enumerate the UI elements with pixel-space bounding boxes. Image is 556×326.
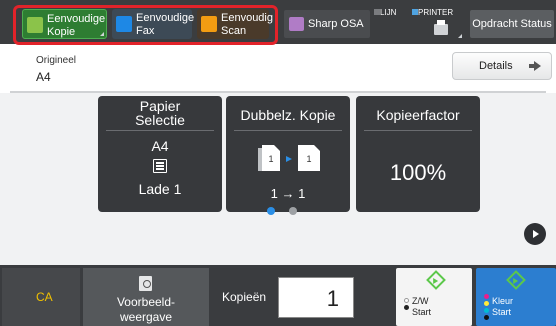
paper-tray-value: Lade 1 (138, 181, 182, 197)
start-icon (506, 270, 526, 290)
color-start-line2: Start (492, 307, 512, 317)
color-start-line1: Kleur (492, 296, 514, 306)
duplex-copy-title: Dubbelz. Kopie (240, 107, 336, 123)
start-icon (426, 270, 446, 290)
tab-sharp-osa-label: Sharp OSA (308, 18, 364, 30)
clear-all-button[interactable]: CA (2, 268, 80, 326)
bw-start-line1: Z/W (412, 296, 429, 306)
arrow-right-icon (529, 61, 541, 71)
card-divider (364, 130, 472, 131)
color-toner-icon (484, 294, 489, 322)
original-value: A4 (36, 70, 51, 84)
printer-status-label: PRINTER (418, 8, 454, 17)
copy-ratio-value: 100% (389, 160, 447, 185)
printer-status-indicator (412, 9, 418, 15)
preview-label-line2: weergave (119, 310, 173, 324)
paper-select-title: Papier Selectie (98, 99, 222, 127)
color-start-button[interactable]: Kleur Start (476, 268, 556, 326)
copy-ratio-title: Kopieerfactor (376, 107, 460, 123)
page-indicator-active[interactable] (267, 207, 275, 215)
duplex-sides-value: 1 → 1 (270, 186, 306, 201)
copies-input[interactable]: 1 (278, 277, 354, 318)
osa-icon (289, 17, 304, 31)
details-button[interactable]: Details (452, 52, 552, 80)
paper-size-value: A4 (151, 138, 169, 154)
duplex-page2-number: 1 (306, 154, 311, 164)
line-status: LIJN (374, 8, 397, 17)
corner-indicator-icon (458, 34, 462, 38)
paper-select-card[interactable]: Papier Selectie A4 Lade 1 (98, 96, 222, 212)
printer-status: PRINTER (412, 8, 454, 17)
next-page-button[interactable] (524, 223, 546, 245)
preview-button[interactable]: Voorbeeld- weergave (83, 268, 209, 326)
details-label: Details (479, 60, 513, 72)
copy-ratio-card[interactable]: Kopieerfactor 100% (356, 96, 480, 212)
duplex-copy-card[interactable]: Dubbelz. Kopie 1 1 1 → 1 (226, 96, 350, 212)
mode-tabs-highlight (13, 5, 278, 45)
tab-sharp-osa[interactable]: Sharp OSA (284, 10, 370, 38)
copies-label: Kopieën (222, 290, 267, 304)
bw-start-line2: Start (412, 307, 432, 317)
card-divider (234, 130, 342, 131)
paper-select-title-line1: Papier (139, 98, 181, 114)
line-status-label: LIJN (380, 8, 397, 17)
page-indicator[interactable] (289, 207, 297, 215)
duplex-pages-icon: 1 1 (258, 145, 320, 171)
card-divider (106, 130, 214, 131)
preview-label-line1: Voorbeeld- (116, 295, 176, 309)
duplex-page1-number: 1 (268, 154, 273, 164)
line-status-indicator (374, 9, 380, 15)
tray-icon (153, 159, 167, 173)
printer-icon[interactable] (434, 20, 448, 35)
job-status-button[interactable]: Opdracht Status (470, 10, 554, 38)
original-label: Origineel (36, 55, 77, 66)
paper-select-title-line2: Selectie (135, 112, 185, 128)
bw-start-button[interactable]: Z/W Start (396, 268, 472, 326)
bw-toner-icon (404, 298, 409, 316)
preview-icon (139, 276, 152, 291)
